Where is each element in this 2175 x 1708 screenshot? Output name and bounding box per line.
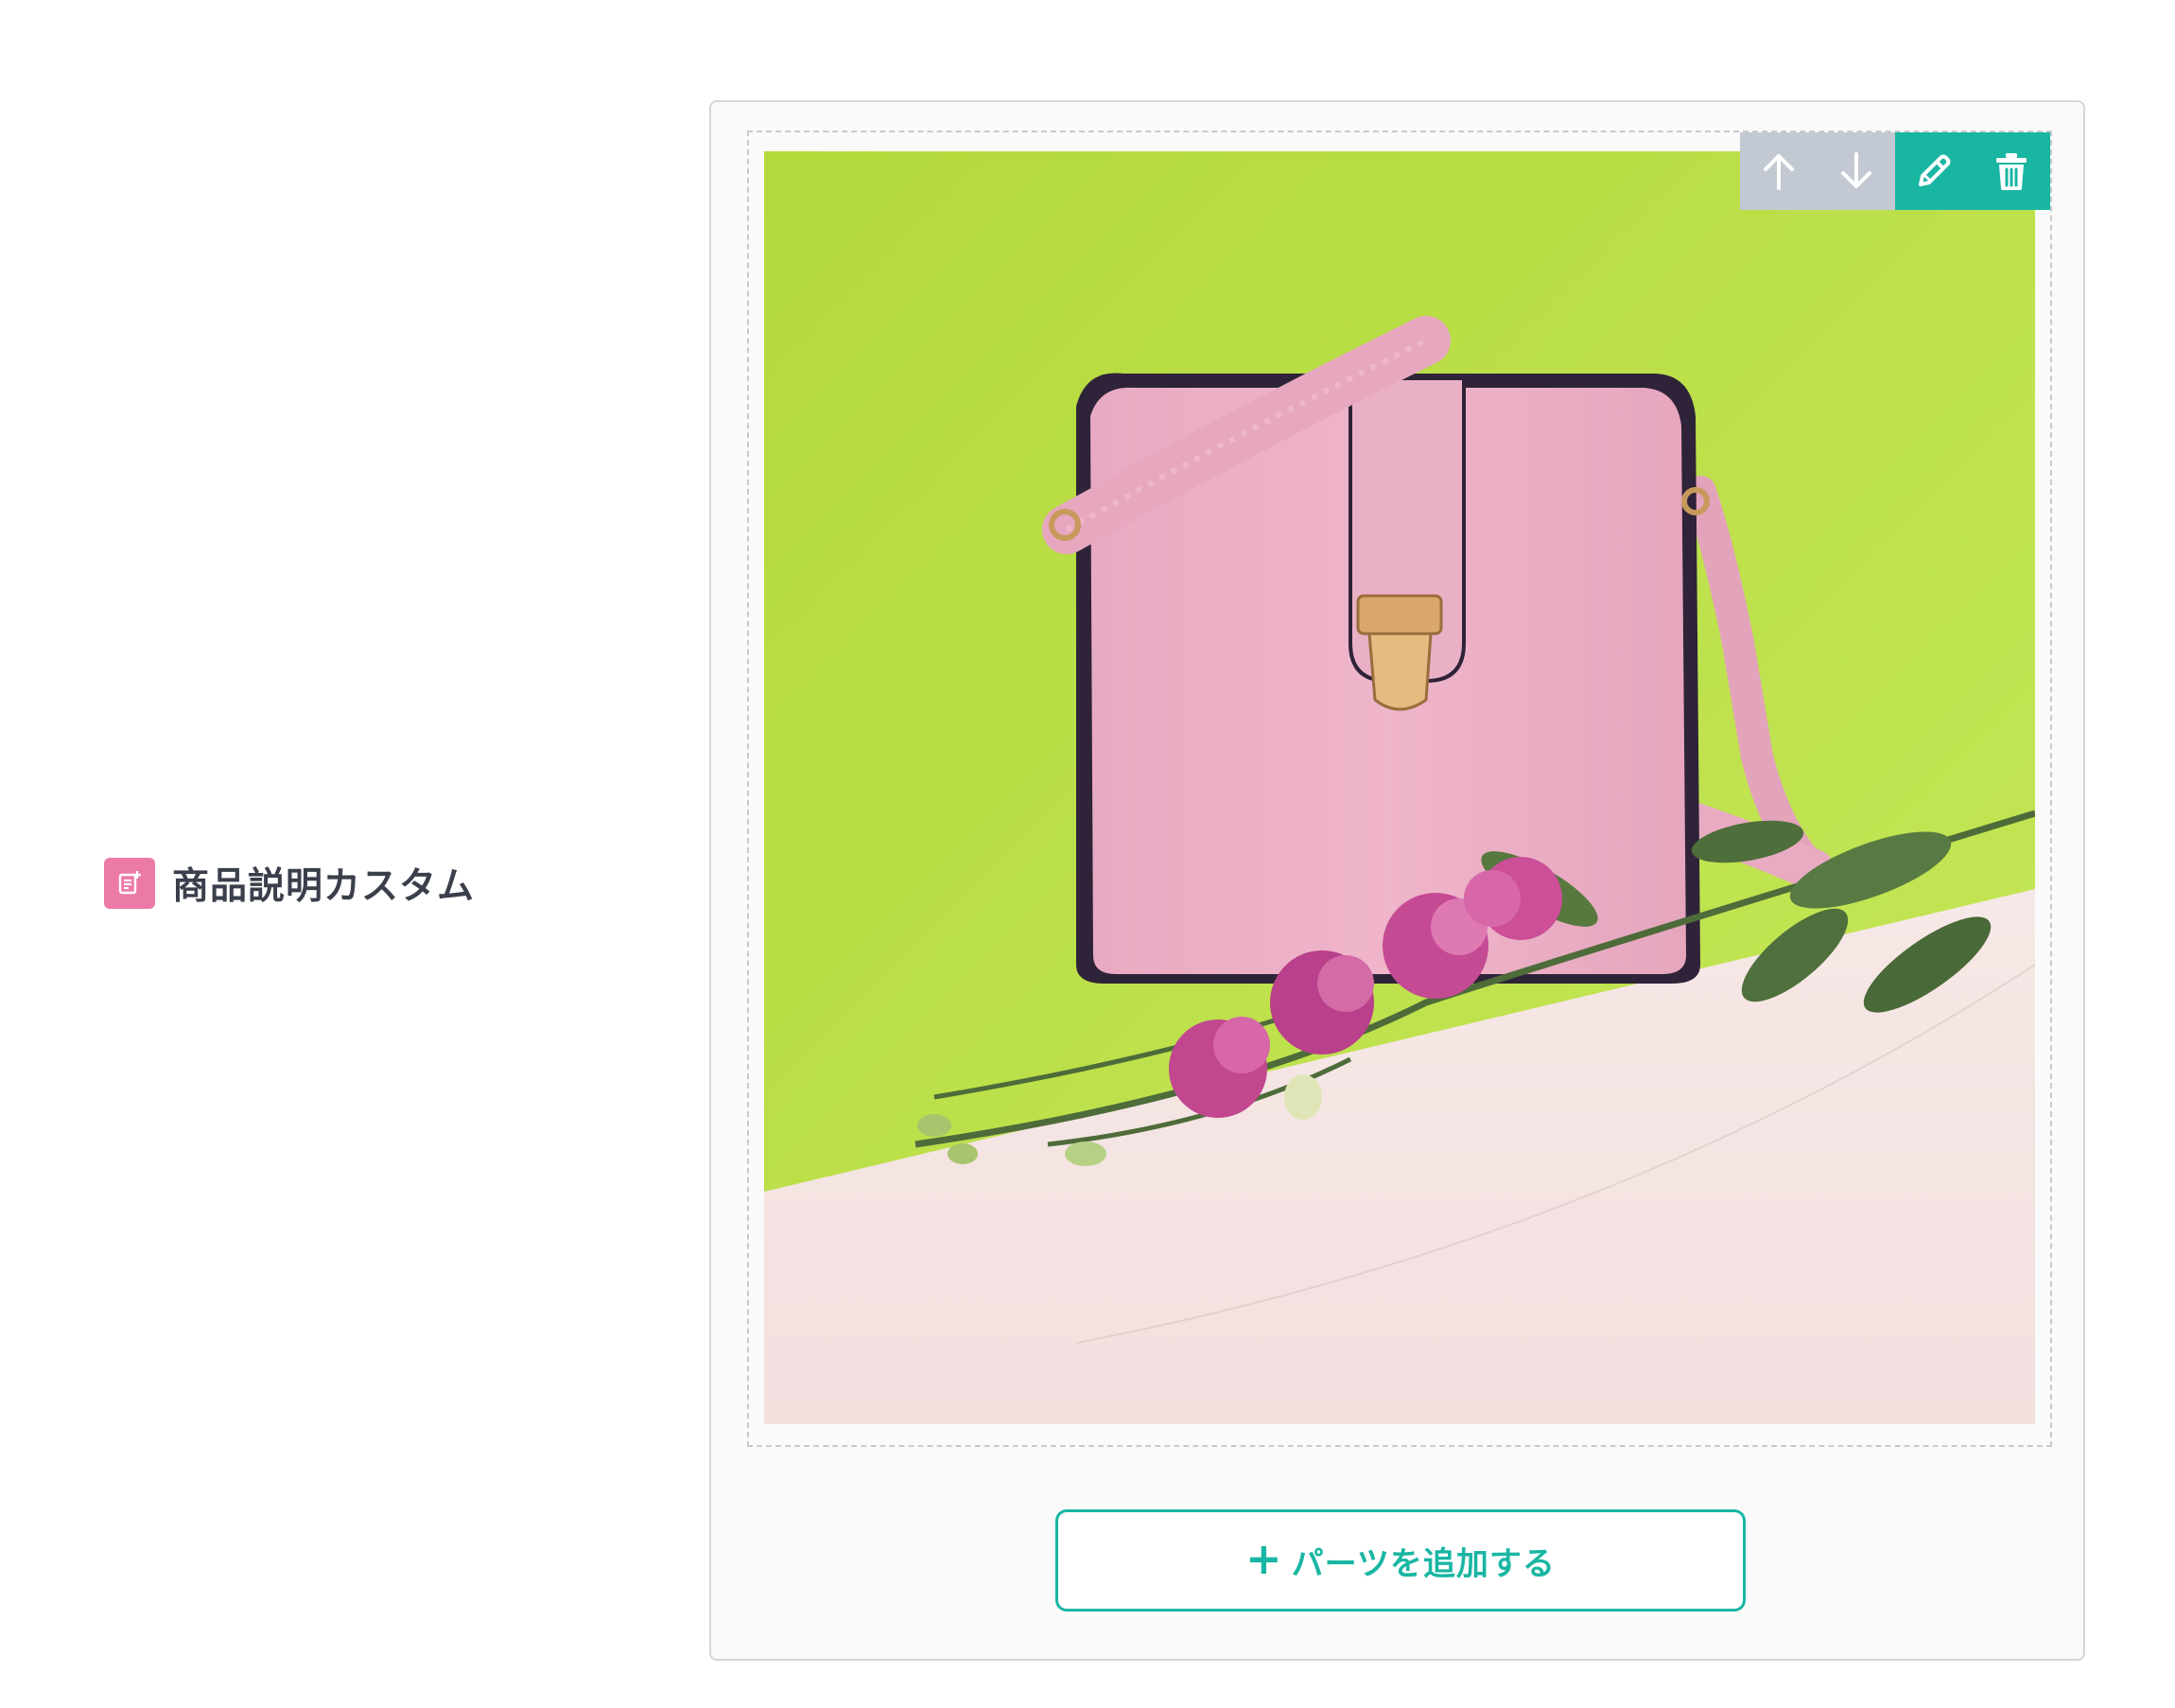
arrow-down-icon [1841, 152, 1871, 188]
editor-panel: + パーツを追加する [709, 100, 2085, 1661]
document-add-icon [104, 858, 155, 909]
row-label-text: 商品説明カスタム [172, 865, 476, 908]
plus-icon: + [1245, 1533, 1282, 1584]
trash-icon [1996, 153, 2027, 190]
product-image [764, 151, 2035, 1424]
add-part-label: パーツを追加する [1291, 1544, 1556, 1583]
add-part-button[interactable]: + パーツを追加する [1055, 1509, 1746, 1612]
move-up-button[interactable] [1740, 132, 1818, 210]
delete-button[interactable] [1973, 132, 2050, 210]
arrow-up-icon [1764, 154, 1794, 190]
pencil-icon [1919, 154, 1951, 186]
move-down-button[interactable] [1818, 132, 1895, 210]
image-part-block[interactable] [747, 131, 2052, 1447]
row-label: 商品説明カスタム [104, 857, 475, 910]
part-toolbar [1740, 132, 2050, 210]
edit-button[interactable] [1895, 132, 1973, 210]
